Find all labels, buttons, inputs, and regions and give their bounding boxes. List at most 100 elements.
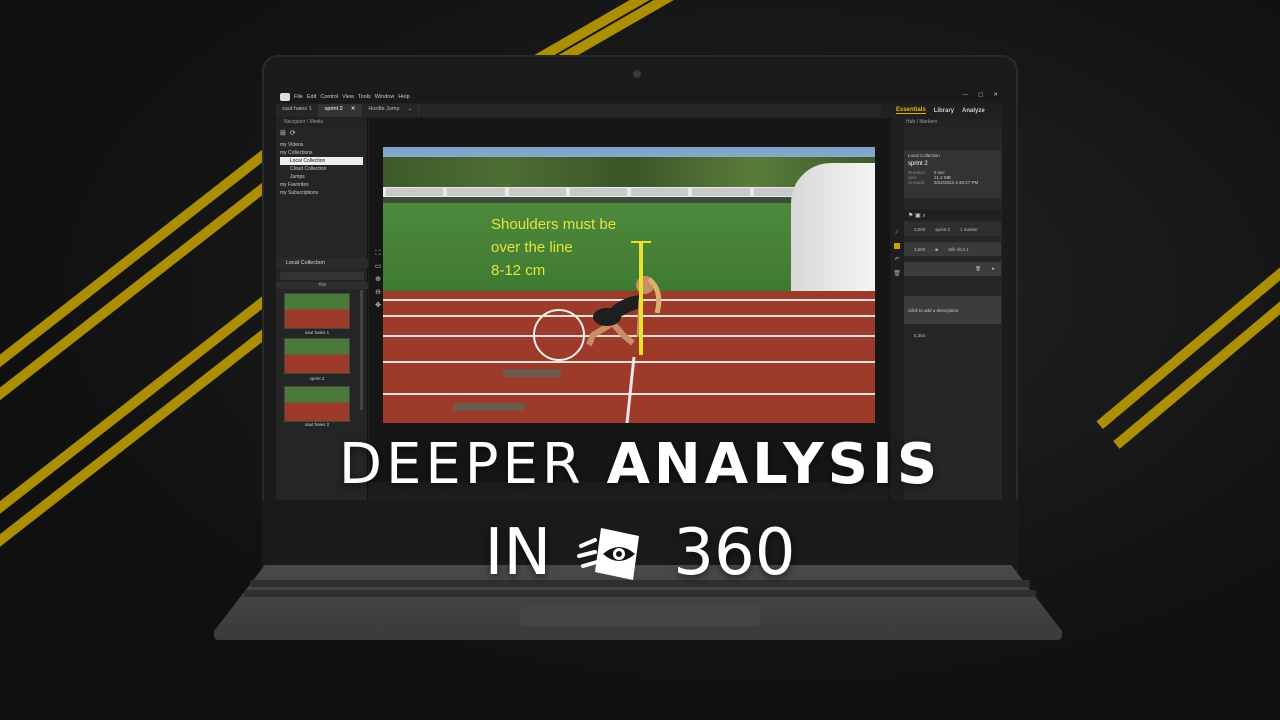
fit-icon[interactable]: ⛶: [376, 250, 381, 258]
headline: DEEPER ANALYSIS: [0, 432, 1280, 497]
marker-row[interactable]: 5,264: [904, 328, 1001, 342]
zoom-in-icon[interactable]: ⊕: [375, 276, 381, 284]
eye-logo-icon: [577, 528, 640, 580]
marker-title: sprint 2: [935, 226, 951, 232]
video-frame[interactable]: Shoulders must be over the line 8-12 cm: [383, 147, 875, 423]
thumbnail[interactable]: [284, 338, 350, 374]
subheadline: IN 360: [0, 516, 1280, 590]
marker-time: 0,000: [914, 226, 926, 232]
navigator-tree: my Videos my Collections Local Collectio…: [276, 139, 367, 199]
frame-icon[interactable]: ▭: [375, 263, 382, 271]
panel-tabs: Essentials Library Analyze: [896, 104, 1002, 117]
marker-description-field[interactable]: Click to add a description: [904, 296, 1001, 324]
tab-label: Hurdle Jump: [368, 106, 400, 112]
headline-bold: ANALYSIS: [606, 432, 942, 497]
draw-line-icon[interactable]: ∕: [896, 230, 897, 236]
thumbnail-label: saut haies 1: [304, 330, 330, 335]
touchpad: [520, 604, 760, 626]
annotation-line-2: over the line: [491, 239, 573, 256]
camera-icon: ◙: [935, 246, 938, 252]
thumbnail-label: saut haies 2: [304, 422, 330, 427]
color-swatch-icon[interactable]: [894, 243, 900, 249]
delete-icon[interactable]: 🗑: [893, 270, 901, 277]
tree-item-my-subscriptions[interactable]: my Subscriptions: [280, 189, 363, 197]
menu-window[interactable]: Window: [375, 94, 395, 100]
thumbnail[interactable]: [284, 386, 350, 422]
thumbnail[interactable]: [284, 293, 350, 329]
annotation-text[interactable]: Shoulders must be over the line 8-12 cm: [491, 213, 616, 282]
webcam: [633, 70, 641, 78]
menu-help[interactable]: Help: [398, 94, 409, 100]
annotation-line-cap: [631, 241, 651, 243]
menu-file[interactable]: File: [294, 94, 303, 100]
tree-item-my-favorites[interactable]: my Favorites: [280, 181, 363, 189]
tab-label: sprint 2: [324, 106, 343, 112]
zoom-out-icon[interactable]: ⊖: [375, 289, 381, 297]
marker-sub: 1 marker: [960, 226, 978, 232]
collection-search-input[interactable]: [280, 272, 364, 280]
close-icon[interactable]: ✕: [351, 106, 356, 115]
menu-tools[interactable]: Tools: [358, 94, 371, 100]
menu-view[interactable]: View: [342, 94, 354, 100]
annotation-line[interactable]: [639, 241, 643, 355]
tree-item-my-collections[interactable]: my Collections: [280, 149, 363, 157]
tab-label: saut haies 1: [282, 106, 312, 112]
tree-item-jumps[interactable]: Jumps: [280, 173, 363, 181]
refresh-icon[interactable]: ⟳: [290, 129, 296, 137]
tab-hurdle-jump[interactable]: Hurdle Jump ⌄: [362, 104, 420, 117]
tab-essentials[interactable]: Essentials: [896, 107, 926, 114]
athlete-figure: [586, 276, 662, 347]
undo-icon[interactable]: ↶: [894, 256, 899, 263]
move-icon[interactable]: ✥: [375, 302, 381, 310]
tab-library[interactable]: Library: [934, 108, 954, 114]
document-tabs: saut haies 1 sprint 2 ✕ Hurdle Jump ⌄: [276, 104, 881, 117]
window-controls: — ▢ ✕: [963, 92, 998, 98]
minimize-button[interactable]: —: [963, 92, 969, 98]
marker-time: 5,264: [914, 332, 926, 338]
delete-icon[interactable]: 🗑: [975, 266, 981, 272]
info-collection: Local Collection: [908, 153, 940, 158]
info-row: Created 5/22/2023 4:48:27 PM: [908, 180, 997, 185]
annotation-line-3: 8-12 cm: [491, 262, 546, 279]
info-key: Created: [908, 180, 925, 185]
tab-analyze[interactable]: Analyze: [962, 108, 985, 114]
subheadline-prefix: IN: [484, 516, 552, 590]
app-logo-icon: [280, 92, 290, 101]
lane-line: [383, 361, 875, 363]
menu-control[interactable]: Control: [320, 94, 338, 100]
collection-scrollbar[interactable]: [360, 290, 363, 410]
collection-column-header[interactable]: Title: [276, 282, 368, 289]
tab-saut-haies-1[interactable]: saut haies 1: [276, 104, 319, 117]
marker-time: 3,680: [914, 246, 926, 252]
marker-title: Still shot 1: [947, 246, 969, 252]
annotation-line-1: Shoulders must be: [491, 216, 617, 233]
chevron-down-icon[interactable]: ⌄: [408, 106, 413, 115]
maximize-button[interactable]: ▢: [978, 92, 983, 98]
star-icon[interactable]: ★: [991, 266, 995, 272]
add-icon[interactable]: ⊞: [280, 129, 286, 137]
marker-actions: 🗑 ★: [904, 262, 1001, 276]
tab-sprint-2[interactable]: sprint 2 ✕: [318, 104, 363, 117]
tree-item-cloud-collection[interactable]: Cloud Collection: [280, 165, 363, 173]
markers-toolbar: ⚑ ▣ ⌕: [904, 210, 1001, 220]
hub-header: Hub / Markers: [890, 118, 1002, 127]
keyboard-row: [244, 590, 1036, 597]
navigator-toolbar: ⊞ ⟳: [276, 127, 367, 139]
collection-header: Local Collection: [276, 258, 368, 268]
starting-block: [453, 403, 525, 411]
annotation-circle[interactable]: [533, 309, 585, 361]
tree-item-my-videos[interactable]: my Videos: [280, 141, 363, 149]
tree-item-local-collection[interactable]: Local Collection: [280, 157, 363, 165]
info-title: sprint 2: [908, 161, 928, 167]
video-tent: [791, 163, 875, 291]
marker-row[interactable]: 0,000 sprint 2 1 marker: [904, 222, 1001, 236]
subheadline-suffix: 360: [673, 516, 796, 590]
marker-row[interactable]: 3,680 ◙ Still shot 1: [904, 242, 1001, 256]
menu-edit[interactable]: Edit: [307, 94, 316, 100]
menu-bar: File Edit Control View Tools Window Help…: [276, 90, 1002, 103]
thumbnail-label: sprint 2: [309, 376, 325, 381]
close-button[interactable]: ✕: [993, 92, 998, 98]
info-value: 5/22/2023 4:48:27 PM: [934, 180, 979, 185]
headline-light: DEEPER: [338, 432, 585, 497]
starting-block: [503, 369, 561, 377]
